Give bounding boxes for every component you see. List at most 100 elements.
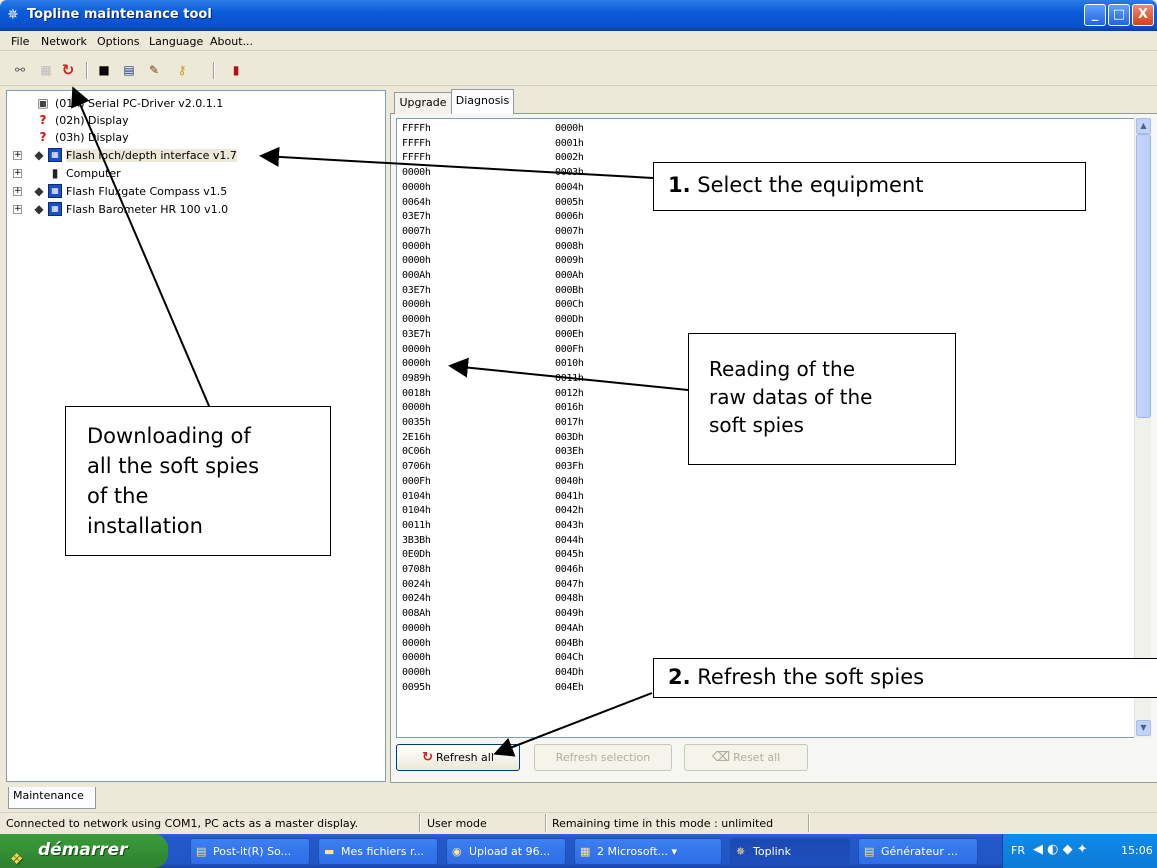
close-button[interactable]: X (1132, 4, 1154, 26)
task-button[interactable]: ▦ 2 Microsoft... ▾ (574, 838, 722, 865)
spy-address: 000Ch (555, 299, 584, 311)
refresh-all-button[interactable]: ↻ Refresh all (396, 744, 520, 771)
module-icon: ▦ (48, 148, 62, 162)
device-red-icon[interactable]: ▮ (228, 62, 244, 78)
toolbar-separator (86, 62, 88, 79)
raw-value: 0104h (402, 490, 431, 502)
task-button[interactable]: ▬ Mes fichiers r... (318, 838, 438, 865)
tree-item[interactable]: + ▮ Computer (7, 165, 307, 182)
reset-all-button[interactable]: ⌫ Reset all (684, 744, 808, 771)
device-icon[interactable]: ▦ (38, 62, 54, 78)
spy-address: 0045h (555, 549, 584, 561)
raw-value: 0095h (402, 681, 431, 693)
scroll-thumb[interactable] (1136, 134, 1151, 418)
callout-refresh: 2. Refresh the soft spies (653, 658, 1157, 698)
raw-value: 03E7h (402, 211, 431, 223)
export-icon[interactable]: ▤ (121, 62, 137, 78)
raw-value: 0018h (402, 387, 431, 399)
browser-icon: ◉ (452, 845, 462, 858)
spy-address: 000Ah (555, 270, 584, 281)
refresh-icon[interactable]: ↻ (60, 62, 76, 78)
module-icon: ▦ (48, 184, 62, 198)
raw-value: 0000h (402, 343, 431, 355)
task-button[interactable]: ▤ Post-it(R) So... (190, 838, 310, 865)
window-title: Topline maintenance tool (27, 7, 212, 22)
taskbar: ❖ démarrer ▤ Post-it(R) So... ▬ Mes fichier… (0, 834, 1157, 868)
raw-value: FFFFh (402, 123, 431, 134)
callout-downloading: Downloading of all the soft spies of the… (65, 406, 331, 556)
tree-item[interactable]: ? (02h) Display (7, 112, 307, 129)
scroll-up-icon[interactable]: ▲ (1136, 118, 1151, 134)
task-button[interactable]: ◉ Upload at 96... (446, 838, 566, 865)
spy-address: 0000h (555, 123, 584, 134)
reset-icon: ⌫ (711, 750, 731, 765)
raw-value: 03E7h (402, 284, 431, 296)
spy-address: 0006h (555, 211, 584, 223)
menu-about[interactable]: About... (210, 35, 253, 48)
spy-address: 0010h (555, 358, 584, 370)
toolbar-separator (213, 62, 215, 79)
scroll-down-icon[interactable]: ▼ (1136, 720, 1151, 736)
pc-icon: ▣ (37, 96, 49, 110)
start-button[interactable]: ❖ démarrer (0, 834, 168, 868)
system-tray: FR ◀ ◐ ◆ ✦ 15:06 (1002, 834, 1157, 868)
spy-address: 0017h (555, 417, 584, 428)
menu-file[interactable]: File (11, 35, 29, 48)
raw-value: 0989h (402, 372, 431, 384)
tree-item[interactable]: + ◆ ▦ Flash Fluxgate Compass v1.5 (7, 183, 307, 200)
spy-address: 0005h (555, 196, 584, 208)
spy-address: 0011h (555, 372, 584, 384)
save-icon[interactable]: ■ (96, 62, 112, 78)
spy-address: 004Eh (555, 681, 584, 693)
tools-icon[interactable]: ✎ (146, 62, 162, 78)
status-separator (419, 814, 421, 832)
tray-icons[interactable]: ◀ ◐ ◆ ✦ (1033, 842, 1088, 857)
spy-address: 0043h (555, 519, 584, 531)
raw-value: 0000h (402, 167, 431, 179)
task-button[interactable]: ✵ Toplink (730, 838, 850, 865)
expand-icon[interactable]: + (13, 205, 22, 214)
menu-language[interactable]: Language (149, 35, 203, 48)
raw-value: 000Fh (402, 475, 431, 487)
maximize-button[interactable]: □ (1108, 4, 1130, 26)
clock: 15:06 (1121, 844, 1153, 857)
expand-icon[interactable]: + (13, 169, 22, 178)
raw-value: 0000h (402, 622, 431, 634)
minimize-button[interactable]: _ (1084, 4, 1106, 26)
spy-address: 004Bh (555, 637, 584, 649)
status-remaining: Remaining time in this mode : unlimited (552, 817, 774, 830)
refresh-icon: ↻ (422, 750, 433, 765)
vertical-scrollbar[interactable]: ▲ ▼ (1134, 118, 1151, 738)
language-indicator[interactable]: FR (1011, 844, 1025, 857)
cable-icon: ◆ (34, 148, 44, 162)
tab-diagnosis[interactable]: Diagnosis (451, 89, 514, 114)
tree-item[interactable]: + ◆ ▦ Flash Barometer HR 100 v1.0 (7, 201, 307, 218)
task-button[interactable]: ▤ Générateur ... (858, 838, 978, 865)
raw-value: FFFFh (402, 137, 431, 149)
raw-value: 0000h (402, 181, 431, 193)
raw-value: 3B3Bh (402, 534, 431, 546)
expand-icon[interactable]: + (13, 151, 22, 160)
raw-value: 0E0Dh (402, 549, 431, 561)
tree-item[interactable]: + ◆ ▦ Flash loch/depth interface v1.7 (7, 147, 307, 164)
tree-item[interactable]: ▣ (01h) Serial PC-Driver v2.0.1.1 (7, 95, 307, 112)
menu-options[interactable]: Options (97, 35, 139, 48)
spy-address: 0001h (555, 137, 584, 149)
spy-address: 0044h (555, 534, 584, 546)
network-icon[interactable]: ⚯ (12, 62, 28, 78)
spy-address: 0003h (555, 167, 584, 179)
spy-address: 0016h (555, 402, 584, 414)
expand-icon[interactable]: + (13, 187, 22, 196)
spy-address: 003Dh (555, 431, 584, 443)
refresh-selection-button[interactable]: Refresh selection (534, 744, 672, 771)
raw-value: 0C06h (402, 446, 431, 458)
tab-maintenance[interactable]: Maintenance (8, 787, 96, 809)
key-icon[interactable]: ⚷ (174, 62, 190, 78)
menu-network[interactable]: Network (41, 35, 87, 48)
tab-upgrade[interactable]: Upgrade (394, 92, 451, 114)
windows-flag-icon: ❖ (10, 850, 24, 868)
raw-value: 0708h (402, 564, 431, 575)
title-bar: ✵ Topline maintenance tool _ □ X (0, 0, 1157, 31)
tree-item[interactable]: ? (03h) Display (7, 129, 307, 146)
spy-address: 0047h (555, 578, 584, 590)
